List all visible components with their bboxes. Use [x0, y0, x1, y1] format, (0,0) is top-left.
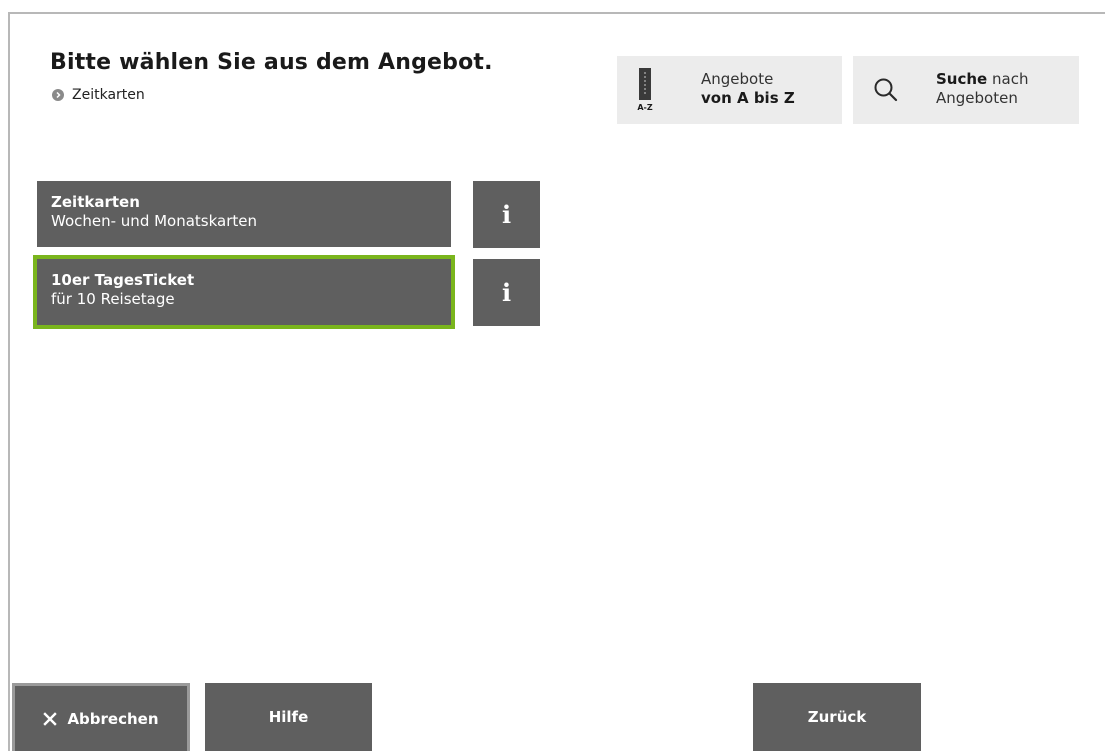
offer-zeitkarten-button[interactable]: Zeitkarten Wochen- und Monatskarten [37, 181, 451, 247]
search-line2: Angeboten [936, 89, 1018, 107]
cancel-label: Abbrechen [67, 709, 159, 728]
search-icon [874, 78, 898, 102]
offer-10er-tagesticket-button[interactable]: 10er TagesTicket für 10 Reisetage [33, 255, 455, 329]
back-label: Zurück [807, 708, 867, 726]
search-offers-button[interactable]: Suche nach Angeboten [853, 56, 1079, 124]
search-label: Suche nach Angeboten [936, 70, 1028, 108]
back-button[interactable]: Zurück [753, 683, 921, 751]
svg-text:A-Z: A-Z [637, 103, 653, 112]
close-icon [43, 711, 58, 726]
page-title: Bitte wählen Sie aus dem Angebot. [50, 50, 493, 75]
cancel-button[interactable]: Abbrechen [12, 683, 190, 751]
breadcrumb-label: Zeitkarten [72, 87, 145, 103]
a-to-z-label: Angebote von A bis Z [701, 70, 795, 108]
a-to-z-button[interactable]: A-Z Angebote von A bis Z [617, 56, 842, 124]
a-to-z-line2: von A bis Z [701, 89, 795, 107]
offer-subtitle: Wochen- und Monatskarten [51, 212, 258, 230]
a-z-index-icon: A-Z [637, 68, 653, 112]
chevron-right-circle-icon [52, 89, 64, 101]
offer-subtitle: für 10 Reisetage [51, 290, 175, 308]
info-icon[interactable]: i [473, 181, 540, 248]
offer-title: Zeitkarten [51, 193, 140, 211]
info-icon[interactable]: i [473, 259, 540, 326]
search-line1: Suche nach [936, 70, 1029, 88]
breadcrumb: Zeitkarten [52, 87, 145, 103]
offer-title: 10er TagesTicket [51, 271, 195, 289]
help-button[interactable]: Hilfe [205, 683, 372, 751]
help-label: Hilfe [268, 708, 309, 726]
a-to-z-line1: Angebote [701, 70, 774, 88]
